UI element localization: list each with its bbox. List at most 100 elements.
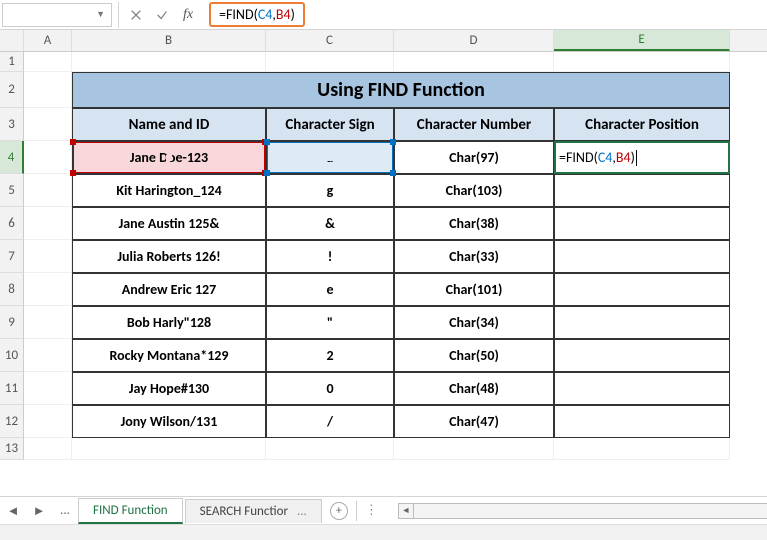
- col-C[interactable]: C: [266, 30, 394, 51]
- row-5: 5 Kit Harington_124 g Char(103): [0, 174, 767, 207]
- cell-B1[interactable]: [72, 52, 266, 72]
- cell-D6[interactable]: Char(38): [394, 207, 554, 240]
- cell-A8[interactable]: [24, 273, 72, 306]
- tab-split-handle[interactable]: ⋮: [365, 503, 378, 518]
- rowhead-2[interactable]: 2: [0, 72, 24, 108]
- col-E[interactable]: E: [554, 30, 730, 51]
- cell-B5[interactable]: Kit Harington_124: [72, 174, 266, 207]
- cell-A11[interactable]: [24, 372, 72, 405]
- cell-B8[interactable]: Andrew Eric 127: [72, 273, 266, 306]
- rowhead-6[interactable]: 6: [0, 207, 24, 240]
- formula-input[interactable]: =FIND(C4,B4): [209, 2, 305, 27]
- rowhead-1[interactable]: 1: [0, 52, 24, 72]
- rowhead-4[interactable]: 4: [0, 141, 24, 174]
- fx-button[interactable]: fx: [175, 7, 201, 23]
- col-B[interactable]: B: [72, 30, 266, 51]
- cell-D4[interactable]: Char(97): [394, 141, 554, 174]
- cell-D11[interactable]: Char(48): [394, 372, 554, 405]
- cell-B12[interactable]: Jony Wilson/131: [72, 405, 266, 438]
- cell-D8[interactable]: Char(101): [394, 273, 554, 306]
- cell-C4[interactable]: a: [266, 141, 394, 174]
- cell-E13[interactable]: [554, 438, 730, 460]
- tab-scroll-left-icon[interactable]: ◄: [2, 500, 24, 522]
- header-char-number[interactable]: Character Number: [394, 108, 554, 141]
- col-A[interactable]: A: [24, 30, 72, 51]
- cell-A10[interactable]: [24, 339, 72, 372]
- cell-C13[interactable]: [266, 438, 394, 460]
- rowhead-7[interactable]: 7: [0, 240, 24, 273]
- cell-B9[interactable]: Bob Harly"128: [72, 306, 266, 339]
- cell-C9[interactable]: ": [266, 306, 394, 339]
- sheet-tab-find[interactable]: FIND Function: [78, 498, 183, 524]
- cell-E10[interactable]: [554, 339, 730, 372]
- cell-B10[interactable]: Rocky Montana*129: [72, 339, 266, 372]
- cell-A3[interactable]: [24, 108, 72, 141]
- cell-A1[interactable]: [24, 52, 72, 72]
- rowhead-13[interactable]: 13: [0, 438, 24, 460]
- rowhead-5[interactable]: 5: [0, 174, 24, 207]
- cell-E7[interactable]: [554, 240, 730, 273]
- cell-B11[interactable]: Jay Hope#130: [72, 372, 266, 405]
- select-all-triangle[interactable]: [0, 30, 24, 51]
- cell-D7[interactable]: Char(33): [394, 240, 554, 273]
- enter-button[interactable]: [149, 3, 175, 27]
- cell-D1[interactable]: [394, 52, 554, 72]
- cell-C12[interactable]: /: [266, 405, 394, 438]
- cell-B4[interactable]: Jane Doe-123: [72, 141, 266, 174]
- cell-A4[interactable]: [24, 141, 72, 174]
- cell-B6[interactable]: Jane Austin 125&: [72, 207, 266, 240]
- cell-A9[interactable]: [24, 306, 72, 339]
- cell-A13[interactable]: [24, 438, 72, 460]
- rowhead-11[interactable]: 11: [0, 372, 24, 405]
- rowhead-10[interactable]: 10: [0, 339, 24, 372]
- name-box-dropdown-icon[interactable]: ▼: [96, 9, 105, 20]
- cell-C1[interactable]: [266, 52, 394, 72]
- scroll-left-icon[interactable]: ◄: [398, 503, 414, 519]
- cell-E9[interactable]: [554, 306, 730, 339]
- cell-E6[interactable]: [554, 207, 730, 240]
- cell-C10[interactable]: 2: [266, 339, 394, 372]
- tab-ellipsis[interactable]: ...: [54, 500, 76, 522]
- cell-E5[interactable]: [554, 174, 730, 207]
- name-box[interactable]: ▼: [2, 3, 112, 27]
- cell-B7[interactable]: Julia Roberts 126!: [72, 240, 266, 273]
- rowhead-3[interactable]: 3: [0, 108, 24, 141]
- cell-A5[interactable]: [24, 174, 72, 207]
- row-1: 1: [0, 52, 767, 72]
- cell-E4[interactable]: =FIND(C4,B4): [554, 141, 730, 174]
- sheet-tab-search[interactable]: SEARCH Functior ...: [185, 499, 322, 523]
- rowhead-8[interactable]: 8: [0, 273, 24, 306]
- cell-C6[interactable]: &: [266, 207, 394, 240]
- col-D[interactable]: D: [394, 30, 554, 51]
- cell-C7[interactable]: !: [266, 240, 394, 273]
- cell-C11[interactable]: 0: [266, 372, 394, 405]
- add-sheet-button[interactable]: +: [330, 502, 348, 520]
- cell-A7[interactable]: [24, 240, 72, 273]
- header-char-position[interactable]: Character Position: [554, 108, 730, 141]
- tab-scroll-right-icon[interactable]: ►: [28, 500, 50, 522]
- title-cell[interactable]: Using FIND Function: [72, 72, 730, 108]
- scroll-track[interactable]: [414, 503, 767, 519]
- cell-A6[interactable]: [24, 207, 72, 240]
- horizontal-scrollbar[interactable]: ◄: [398, 503, 767, 519]
- cancel-button[interactable]: [123, 3, 149, 27]
- cell-E8[interactable]: [554, 273, 730, 306]
- cell-D13[interactable]: [394, 438, 554, 460]
- cell-D9[interactable]: Char(34): [394, 306, 554, 339]
- header-char-sign[interactable]: Character Sign: [266, 108, 394, 141]
- cell-D10[interactable]: Char(50): [394, 339, 554, 372]
- cell-B13[interactable]: [72, 438, 266, 460]
- cell-C5[interactable]: g: [266, 174, 394, 207]
- sheet-tab-search-label: SEARCH Functior: [200, 504, 288, 519]
- rowhead-9[interactable]: 9: [0, 306, 24, 339]
- cell-C8[interactable]: e: [266, 273, 394, 306]
- cell-E11[interactable]: [554, 372, 730, 405]
- cell-D5[interactable]: Char(103): [394, 174, 554, 207]
- header-name-id[interactable]: Name and ID: [72, 108, 266, 141]
- rowhead-12[interactable]: 12: [0, 405, 24, 438]
- cell-D12[interactable]: Char(47): [394, 405, 554, 438]
- cell-E1[interactable]: [554, 52, 730, 72]
- cell-A2[interactable]: [24, 72, 72, 108]
- cell-A12[interactable]: [24, 405, 72, 438]
- cell-E12[interactable]: [554, 405, 730, 438]
